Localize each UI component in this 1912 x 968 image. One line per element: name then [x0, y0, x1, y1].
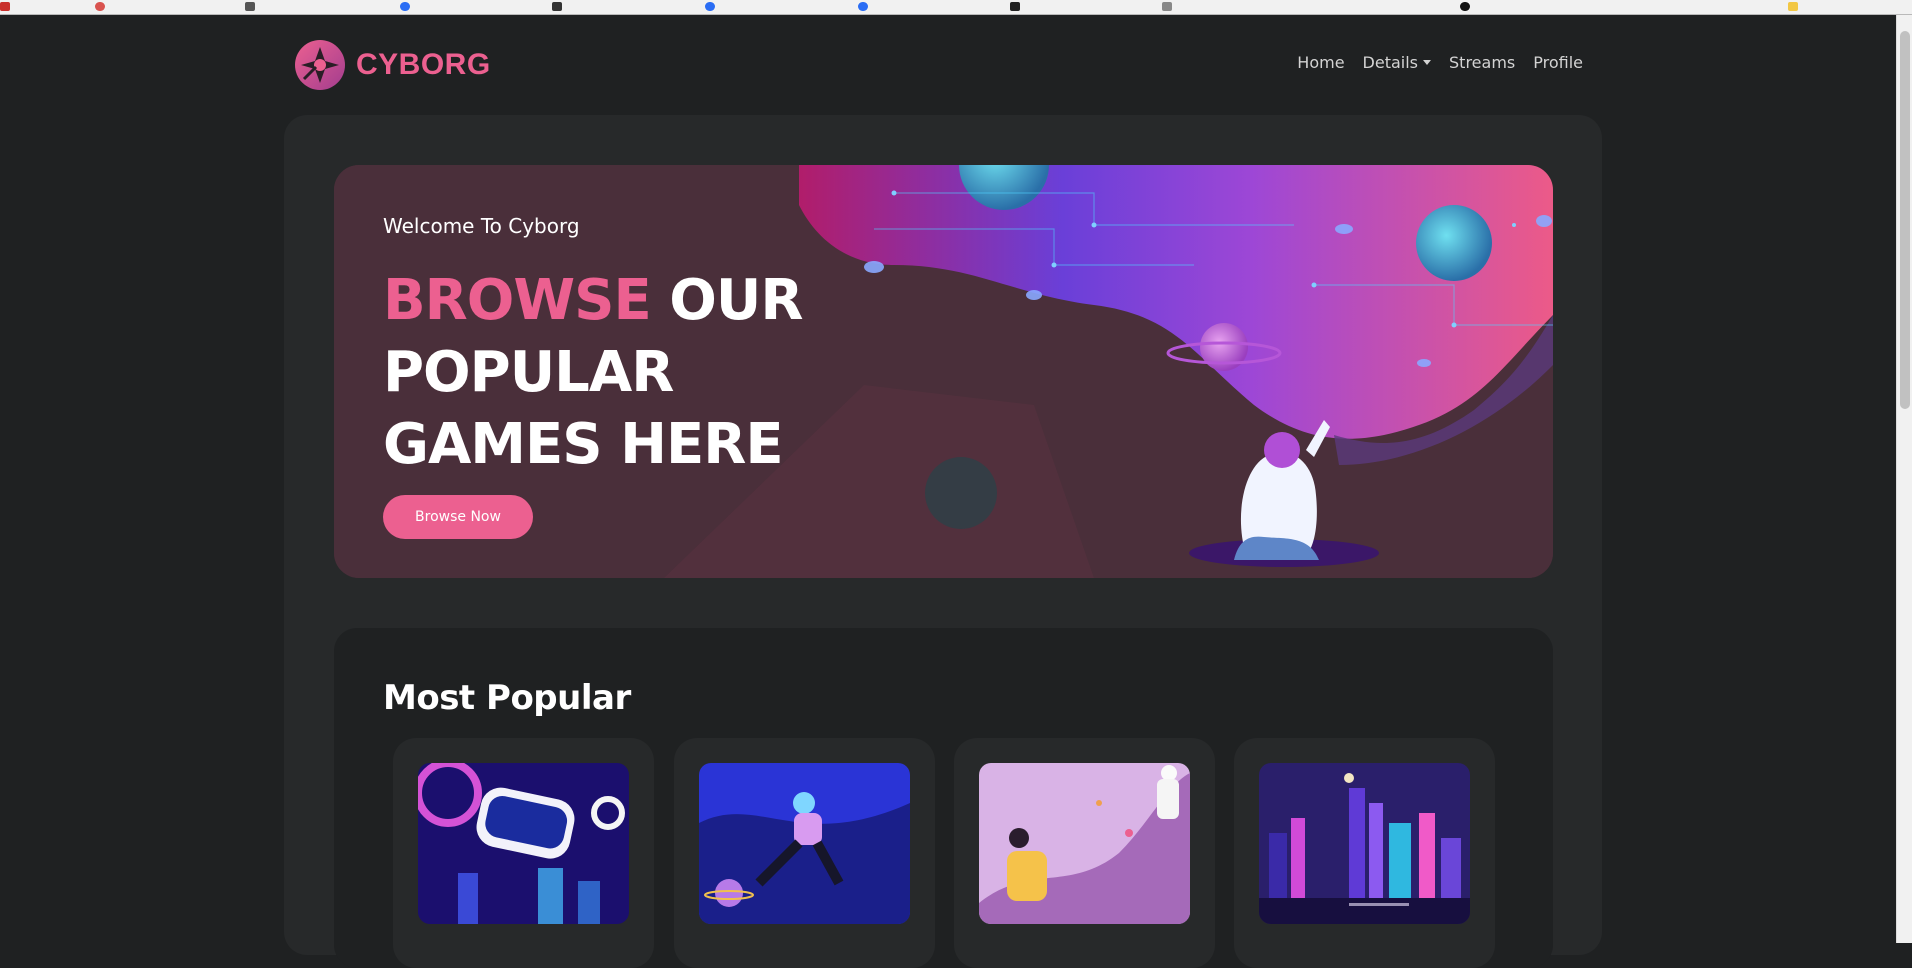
floating-vr-girl-artwork [699, 763, 910, 924]
vr-astronaut-artwork [979, 763, 1190, 924]
hero-title-accent: BROWSE [383, 268, 652, 333]
welcome-text: Welcome To Cyborg [383, 214, 580, 238]
nav-profile[interactable]: Profile [1533, 53, 1583, 72]
bookmark-icon[interactable] [1010, 2, 1020, 11]
bookmark-icon[interactable] [705, 2, 715, 11]
bookmark-icon[interactable] [95, 2, 105, 11]
section-title: Most Popular [383, 678, 631, 718]
brand-name: CYBORG [356, 48, 491, 81]
brand-logo[interactable]: CYBORG [294, 39, 491, 91]
game-card[interactable] [393, 738, 654, 968]
folder-icon[interactable] [1788, 2, 1798, 11]
nav-home[interactable]: Home [1297, 53, 1344, 72]
main-nav: Home Details Streams Profile [1297, 53, 1583, 72]
game-card[interactable] [954, 738, 1215, 968]
nav-label: Details [1362, 53, 1419, 72]
bookmark-icon[interactable] [245, 2, 255, 11]
scrollbar-thumb[interactable] [1900, 31, 1910, 409]
game-card[interactable] [674, 738, 935, 968]
caret-down-icon [1423, 60, 1432, 65]
bookmark-icon[interactable] [0, 2, 10, 11]
page-scrollbar[interactable] [1896, 15, 1912, 943]
nav-label: Profile [1533, 53, 1583, 72]
nav-label: Home [1297, 53, 1345, 72]
nav-details-dropdown[interactable]: Details [1362, 53, 1432, 72]
site-header: CYBORG Home Details Streams Profile [0, 15, 1896, 115]
cyborg-logo-icon [295, 40, 345, 90]
neon-city-artwork [1259, 763, 1470, 924]
page-content: Welcome To Cyborg BROWSE OUR POPULAR GAM… [284, 115, 1602, 968]
bookmark-icon[interactable] [400, 2, 410, 11]
game-card[interactable] [1234, 738, 1495, 968]
bookmark-icon[interactable] [858, 2, 868, 11]
vr-headset-artwork [418, 763, 629, 924]
browse-now-button[interactable]: Browse Now [383, 495, 533, 539]
bookmark-icon[interactable] [1460, 2, 1470, 11]
most-popular-section: Most Popular [334, 628, 1553, 968]
hero-banner: Welcome To Cyborg BROWSE OUR POPULAR GAM… [334, 165, 1553, 578]
browser-bookmarks-bar [0, 0, 1912, 15]
nav-streams[interactable]: Streams [1449, 53, 1515, 72]
nav-label: Streams [1449, 53, 1516, 72]
bookmark-icon[interactable] [1162, 2, 1172, 11]
hero-title: BROWSE OUR POPULAR GAMES HERE [383, 265, 843, 481]
bookmark-icon[interactable] [552, 2, 562, 11]
